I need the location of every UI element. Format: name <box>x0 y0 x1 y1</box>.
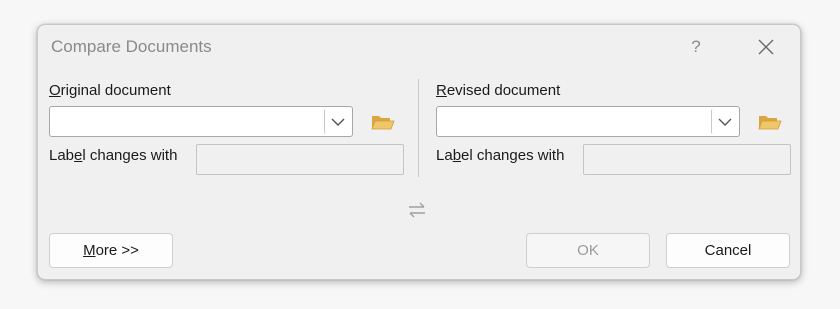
original-document-combobox[interactable] <box>49 106 353 137</box>
compare-documents-dialog: Compare Documents ? Original document La… <box>37 24 801 280</box>
more-button[interactable]: More >> <box>49 233 173 268</box>
cancel-button[interactable]: Cancel <box>666 233 790 268</box>
help-icon: ? <box>691 37 701 56</box>
revised-document-label: Revised document <box>436 82 561 99</box>
swap-documents-button[interactable] <box>406 199 428 221</box>
dialog-title: Compare Documents <box>51 37 212 56</box>
close-icon <box>758 39 774 55</box>
revised-label-changes-label: Label changes with <box>436 147 565 164</box>
original-label-changes-label: Label changes with <box>49 147 178 164</box>
swap-arrows-icon <box>409 202 425 218</box>
revised-label-changes-field[interactable] <box>583 144 791 175</box>
chevron-down-icon <box>718 118 731 126</box>
ok-button[interactable]: OK <box>526 233 650 268</box>
original-dropdown-button[interactable] <box>324 109 350 134</box>
chevron-down-icon <box>331 118 344 126</box>
open-folder-icon <box>371 116 395 130</box>
original-browse-button[interactable] <box>371 112 395 132</box>
close-button[interactable] <box>750 33 782 61</box>
revised-document-combobox[interactable] <box>436 106 740 137</box>
original-label-changes-field[interactable] <box>196 144 404 175</box>
column-divider <box>418 79 419 177</box>
revised-dropdown-button[interactable] <box>711 109 737 134</box>
open-folder-icon <box>758 116 782 130</box>
original-document-label: Original document <box>49 82 171 99</box>
revised-browse-button[interactable] <box>758 112 782 132</box>
help-button[interactable]: ? <box>680 33 712 61</box>
